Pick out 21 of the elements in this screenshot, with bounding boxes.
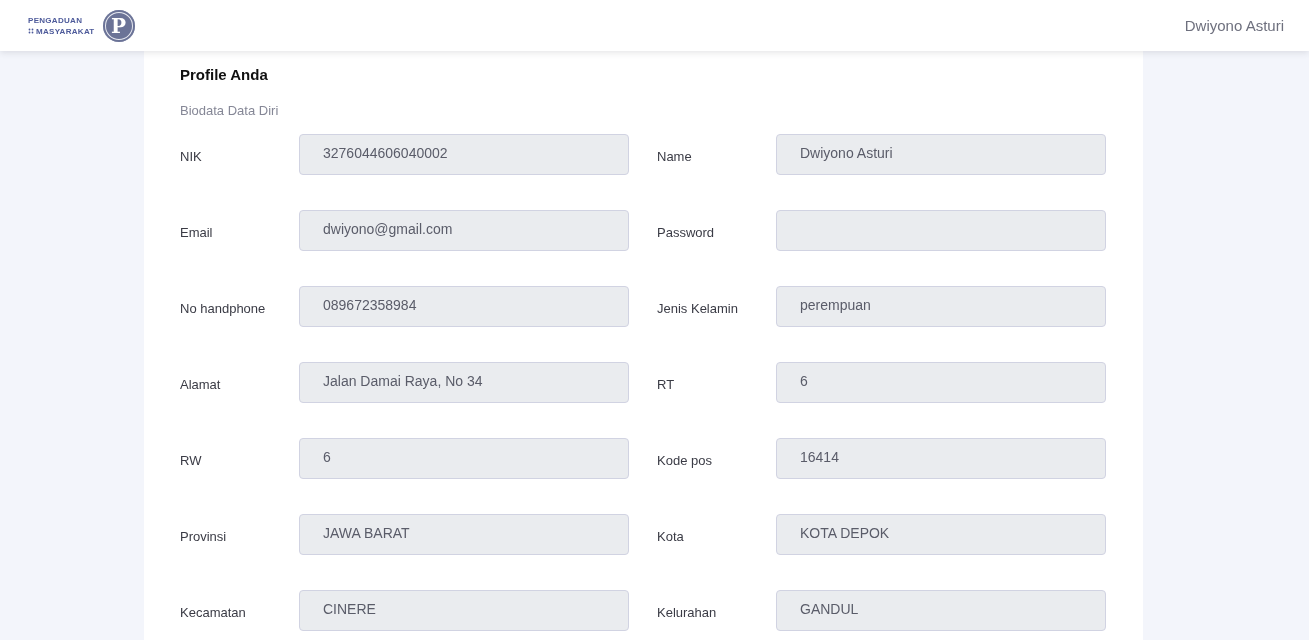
- field-label: Kode pos: [657, 451, 713, 468]
- field-label: RW: [180, 451, 203, 468]
- field-label: Kecamatan: [180, 603, 247, 620]
- field-label: RT: [657, 375, 676, 392]
- logo-text: MASYARAKAT: [36, 26, 95, 36]
- field-label: Jenis Kelamin: [657, 299, 739, 316]
- field-label: Password: [657, 223, 716, 240]
- field-label: NIK: [180, 147, 203, 164]
- logo-emblem: P: [102, 9, 135, 42]
- field-label: Alamat: [180, 375, 222, 392]
- card-subtitle: Biodata Data Diri: [180, 102, 280, 120]
- card-title: Profile Anda: [180, 65, 269, 85]
- logo-text: PENGADUAN: [28, 15, 84, 25]
- field-label: Provinsi: [180, 527, 228, 544]
- field-label: Kota: [657, 527, 685, 544]
- dots-icon: [28, 28, 34, 34]
- field-label: Name: [657, 147, 693, 164]
- user-name[interactable]: Dwiyono Asturi: [1184, 17, 1284, 34]
- field-label: Email: [180, 223, 214, 240]
- field-label: No handphone: [180, 299, 267, 316]
- field-label: Kelurahan: [657, 603, 718, 620]
